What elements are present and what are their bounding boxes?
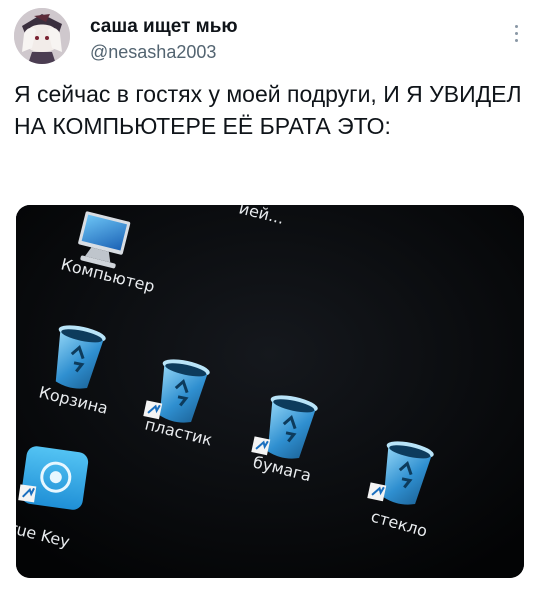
desktop-screen-photo: ией... Компьютер Корзина пластик бумага … bbox=[16, 205, 524, 578]
more-options-button[interactable] bbox=[506, 18, 526, 48]
true-key-icon[interactable] bbox=[18, 445, 89, 511]
user-handle[interactable]: @nesasha2003 bbox=[90, 42, 216, 63]
display-name[interactable]: саша ищет мью bbox=[90, 16, 238, 38]
tweet-text: Я сейчас в гостях у моей подруги, И Я УВ… bbox=[14, 81, 529, 139]
tweet-header: саша ищет мью @nesasha2003 bbox=[14, 8, 526, 64]
avatar-image bbox=[14, 8, 70, 64]
tweet-photo[interactable]: ией... Компьютер Корзина пластик бумага … bbox=[16, 205, 524, 578]
more-dot bbox=[514, 31, 518, 35]
more-dot bbox=[514, 38, 518, 42]
avatar[interactable] bbox=[14, 8, 70, 64]
more-dot bbox=[514, 24, 518, 28]
